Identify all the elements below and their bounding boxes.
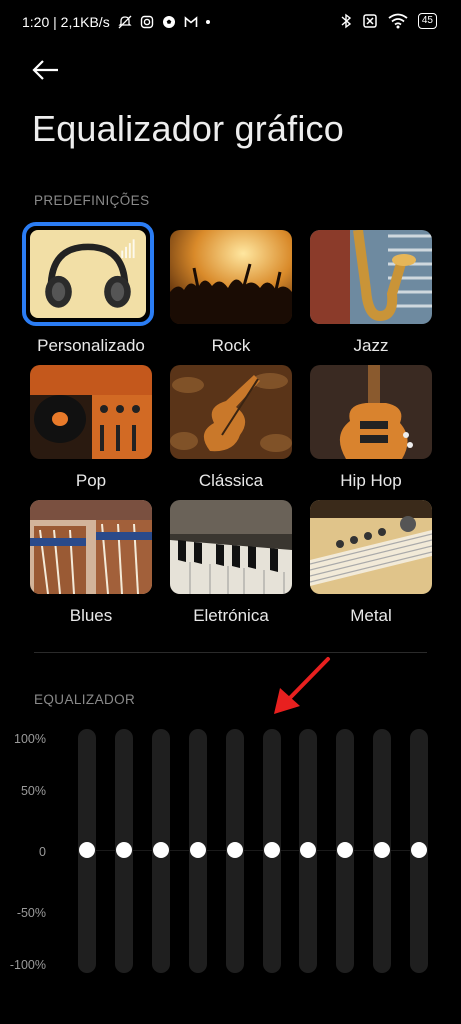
presets-section-label: PREDEFINIÇÕES (34, 193, 150, 208)
preset-label: Blues (69, 606, 113, 625)
concert-crowd-image (170, 230, 292, 324)
eq-band-knob[interactable] (300, 842, 317, 858)
preset-thumbnail (310, 365, 432, 459)
violin-image (170, 365, 292, 459)
eq-band-knob[interactable] (263, 842, 280, 858)
eq-band-slider[interactable] (114, 729, 133, 973)
eq-band-slider[interactable] (336, 729, 355, 973)
preset-label: Metal (350, 606, 392, 625)
axis-label-100: 100% (14, 732, 46, 746)
eq-band-slider[interactable] (225, 729, 244, 973)
eq-band-knob[interactable] (337, 842, 354, 858)
axis-label-0: 0 (39, 845, 46, 859)
eq-band-knob[interactable] (152, 842, 169, 858)
status-time-speed: 1:20 | 2,1KB/s (22, 14, 110, 30)
axis-label-minus-100: -100% (9, 958, 46, 972)
status-bar: 1:20 | 2,1KB/s 45 (0, 0, 461, 44)
guitar-strings-image (310, 500, 432, 594)
preset-thumbnail (310, 230, 432, 324)
piano-keys-image (170, 500, 292, 594)
annotation-arrow-icon (274, 657, 330, 714)
eq-band-knob[interactable] (411, 842, 428, 858)
bluetooth-icon (341, 13, 351, 29)
eq-band-slider[interactable] (373, 729, 392, 973)
eq-band-knob[interactable] (115, 842, 132, 858)
preset-thumbnail (30, 500, 152, 594)
preset-label: Jazz (353, 336, 389, 355)
gmail-icon (184, 16, 198, 27)
preset-label: Pop (75, 471, 107, 490)
eq-band-slider[interactable] (78, 729, 96, 973)
eq-band-slider[interactable] (299, 729, 318, 973)
saxophone-image (310, 230, 432, 324)
back-button[interactable] (30, 56, 62, 84)
eq-band-knob[interactable] (79, 842, 95, 858)
preset-thumbnail (170, 365, 292, 459)
preset-thumbnail (170, 230, 292, 324)
drums-image (30, 500, 152, 594)
preset-thumbnail (30, 365, 152, 459)
page-title: Equalizador gráfico (32, 108, 344, 149)
preset-label: Eletrónica (193, 606, 269, 625)
preset-label: Rock (211, 336, 251, 355)
dot-icon (205, 20, 210, 24)
instagram-icon (140, 15, 153, 29)
preset-thumbnail (22, 222, 154, 326)
eq-band-slider[interactable] (151, 729, 170, 973)
wifi-icon (388, 13, 408, 29)
eq-band-slider[interactable] (262, 729, 281, 973)
headphones-image (30, 230, 146, 318)
eq-band-knob[interactable] (226, 842, 243, 858)
no-sim-icon (363, 14, 377, 28)
preset-label: Personalizado (37, 336, 145, 355)
dj-turntable-image (30, 365, 152, 459)
preset-label: Clássica (198, 471, 264, 490)
football-icon (162, 16, 175, 28)
mute-icon (118, 15, 132, 29)
eq-band-slider[interactable] (410, 729, 429, 973)
section-divider (34, 652, 427, 653)
eq-band-knob[interactable] (374, 842, 391, 858)
preset-thumbnail (170, 500, 292, 594)
battery-icon: 45 (417, 13, 437, 29)
preset-label: Hip Hop (340, 471, 402, 490)
preset-thumbnail (310, 500, 432, 594)
axis-label-minus-50: -50% (16, 906, 46, 920)
equalizer-section-label: EQUALIZADOR (34, 692, 136, 707)
electric-guitar-image (310, 365, 432, 459)
arrow-left-icon (32, 60, 58, 80)
eq-band-slider[interactable] (188, 729, 207, 973)
eq-band-knob[interactable] (189, 842, 206, 858)
axis-label-50: 50% (20, 784, 46, 798)
